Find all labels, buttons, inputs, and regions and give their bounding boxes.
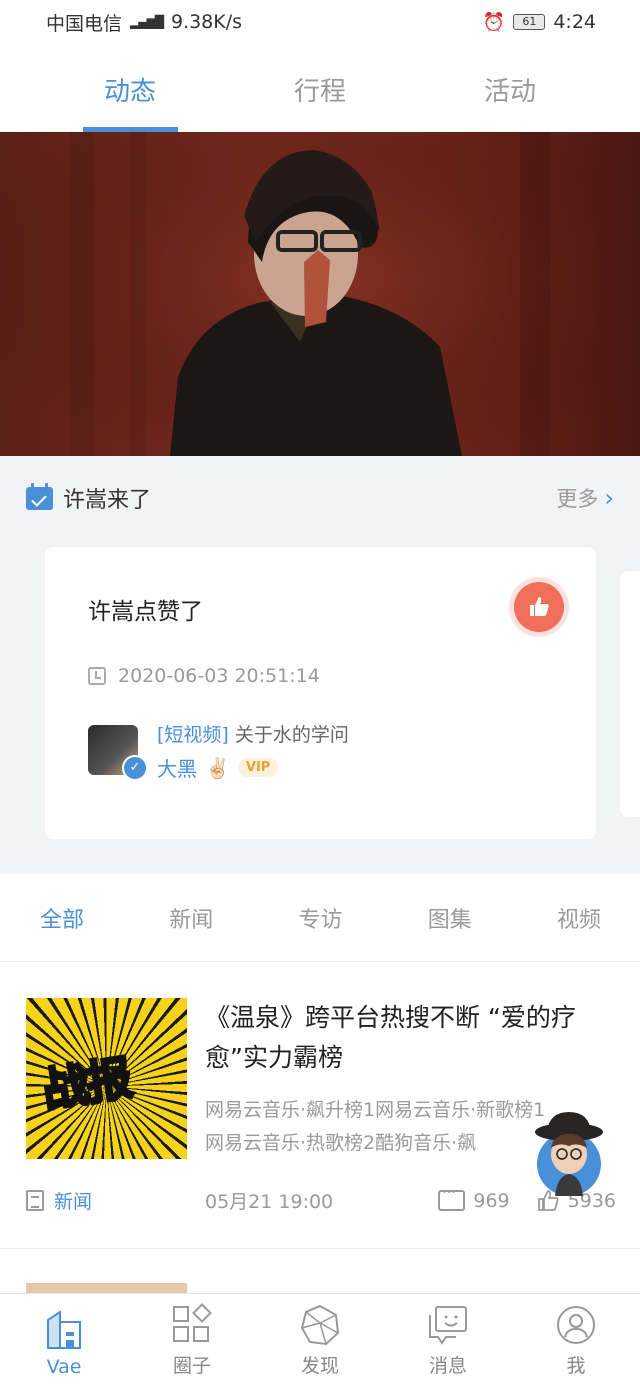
activity-title: 许嵩点赞了: [88, 599, 203, 625]
news-title: 《温泉》跨平台热搜不断 “爱的疗愈”实力霸榜: [205, 1003, 576, 1072]
news-thumbnail: 战报: [26, 998, 187, 1159]
tab-interview[interactable]: 专访: [298, 902, 342, 934]
news-meta: 新闻 05月21 19:00 969 5936: [26, 1185, 616, 1214]
news-category: 新闻: [26, 1187, 205, 1214]
carrier-label: 中国电信: [46, 12, 123, 35]
circle-grid-icon: [173, 1303, 212, 1342]
nav-messages-label: 消息: [428, 1355, 467, 1377]
tab-video[interactable]: 视频: [557, 902, 601, 934]
banner-portrait-image: [0, 132, 640, 456]
home-icon: [47, 1310, 81, 1349]
victory-hand-icon: ✌🏻: [205, 755, 230, 780]
user-name[interactable]: 大黑: [157, 753, 197, 782]
hero-banner[interactable]: [0, 132, 640, 456]
xusong-section-header: 许嵩来了 更多 ›: [26, 482, 614, 514]
nav-me[interactable]: 我: [512, 1294, 640, 1386]
activity-card[interactable]: 许嵩点赞了 2020-06-03 20:51:14 ✓ [短视频] 关于水的学问…: [45, 547, 596, 839]
mascot-avatar-icon: [535, 1112, 603, 1196]
tab-events[interactable]: 活动: [415, 56, 605, 132]
clock-time: 4:24: [553, 11, 596, 33]
nav-circle-label: 圈子: [172, 1355, 211, 1377]
news-category-label: 新闻: [54, 1191, 93, 1213]
tab-all[interactable]: 全部: [40, 902, 84, 934]
verified-icon: ✓: [122, 755, 148, 781]
document-icon: [26, 1190, 44, 1211]
network-speed: 9.38K/s: [170, 11, 243, 33]
activity-time-text: 2020-06-03 20:51:14: [118, 665, 320, 687]
comment-count-value: 969: [473, 1189, 510, 1212]
battery-icon: 61: [513, 14, 546, 30]
xusong-activity-section: 许嵩来了 更多 › 许嵩点赞了 2020-06-03 20:51:14 ✓ [短…: [0, 456, 640, 874]
nav-discover-label: 发现: [300, 1355, 339, 1377]
message-icon: [429, 1306, 467, 1345]
status-right: ⏰ 61 4:24: [483, 11, 596, 33]
activity-user-text: [短视频] 关于水的学问 大黑 ✌🏻 VIP: [157, 720, 349, 782]
calendar-icon: [26, 482, 53, 510]
thumbs-up-glyph: [530, 597, 549, 616]
news-date: 05月21 19:00: [205, 1191, 334, 1213]
nav-vae-label: Vae: [46, 1356, 82, 1378]
tab-news[interactable]: 新闻: [169, 902, 213, 934]
more-link[interactable]: 更多 ›: [556, 483, 614, 513]
status-bar: 中国电信 ▂▄▆█ 9.38K/s ⏰ 61 4:24: [0, 0, 640, 44]
status-left: 中国电信 ▂▄▆█ 9.38K/s: [46, 9, 242, 36]
video-info: [短视频] 关于水的学问: [157, 720, 349, 747]
activity-user-row[interactable]: ✓ [短视频] 关于水的学问 大黑 ✌🏻 VIP: [88, 720, 349, 782]
thumbnail-text: 战报: [37, 1049, 135, 1119]
tab-gallery[interactable]: 图集: [428, 902, 472, 934]
video-tag: [短视频]: [157, 724, 229, 746]
tab-schedule[interactable]: 行程: [225, 56, 415, 132]
alarm-icon: ⏰: [482, 11, 506, 33]
top-tabs: 动态 行程 活动: [0, 56, 640, 132]
category-tabs: 全部 新闻 专访 图集 视频: [0, 874, 640, 962]
news-list-item[interactable]: 战报 《温泉》跨平台热搜不断 “爱的疗愈”实力霸榜 网易云音乐·飙升榜1网易云音…: [0, 963, 640, 1249]
clock-icon: [88, 667, 106, 685]
video-title: 关于水的学问: [234, 724, 349, 746]
more-label: 更多: [556, 487, 599, 511]
comment-count[interactable]: 969: [438, 1185, 510, 1212]
floating-mascot-button[interactable]: [533, 1112, 605, 1196]
nav-vae[interactable]: Vae: [0, 1294, 128, 1386]
activity-time: 2020-06-03 20:51:14: [88, 665, 320, 687]
bottom-navigation: Vae 圈子 发现 消息 我: [0, 1293, 640, 1386]
next-activity-card-peek[interactable]: [620, 571, 640, 817]
next-news-thumbnail-peek: [26, 1283, 187, 1293]
nav-discover[interactable]: 发现: [256, 1294, 384, 1386]
profile-icon: [557, 1306, 595, 1344]
discover-icon: [300, 1304, 340, 1346]
nav-circle[interactable]: 圈子: [128, 1294, 256, 1386]
thumbs-up-icon: [514, 582, 564, 632]
nav-messages[interactable]: 消息: [384, 1294, 512, 1386]
nav-me-label: 我: [566, 1355, 586, 1377]
user-info: 大黑 ✌🏻 VIP: [157, 753, 349, 782]
user-avatar-wrap: ✓: [88, 725, 148, 781]
vip-badge: VIP: [237, 758, 279, 777]
chevron-right-icon: ›: [604, 484, 614, 512]
xusong-section-title-text: 许嵩来了: [63, 488, 152, 513]
signal-icon: ▂▄▆█: [130, 15, 164, 29]
tab-dynamic[interactable]: 动态: [35, 56, 225, 132]
comment-icon: [438, 1185, 466, 1211]
xusong-section-title: 许嵩来了: [26, 482, 151, 514]
